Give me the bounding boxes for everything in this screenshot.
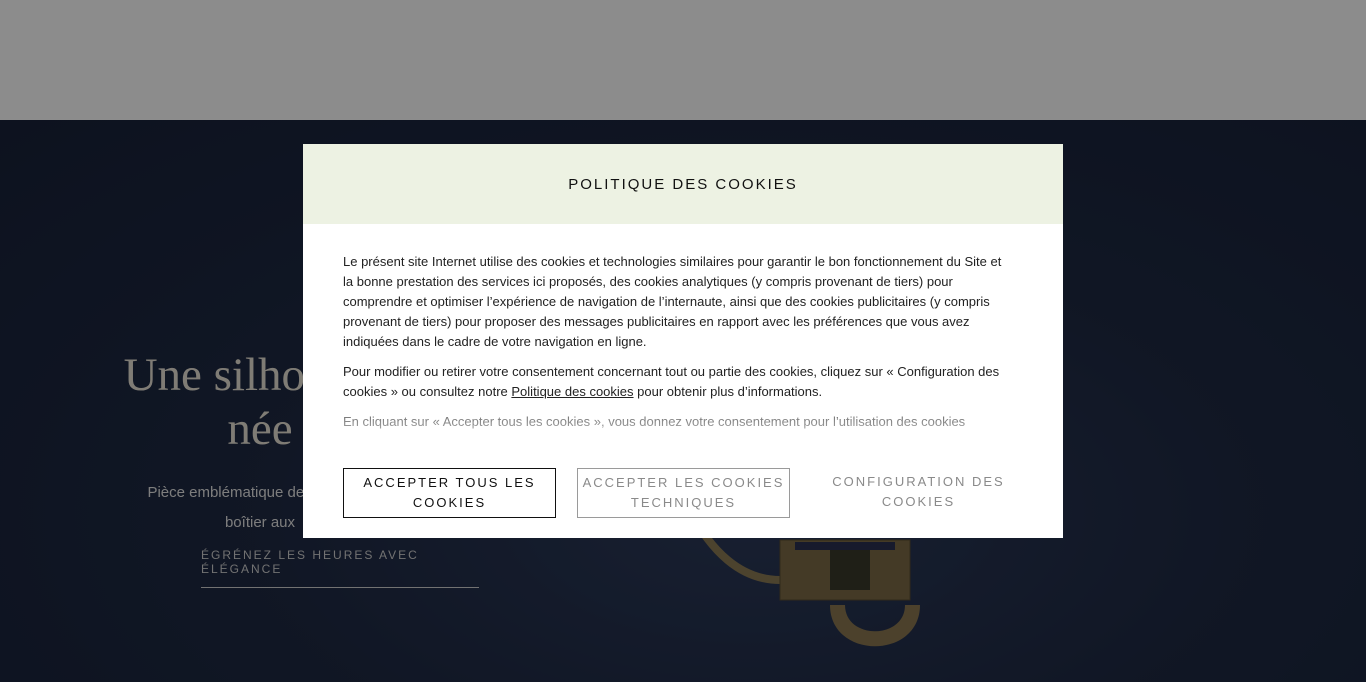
cookie-consent-dialog: POLITIQUE DES COOKIES Le présent site In… — [303, 144, 1063, 538]
scroll-fade — [343, 416, 1023, 456]
cookie-settings-info: Pour modifier ou retirer votre consentem… — [343, 362, 1013, 402]
accept-technical-cookies-button[interactable]: ACCEPTER LES COOKIES TECHNIQUES — [577, 468, 790, 518]
cookie-description: Le présent site Internet utilise des coo… — [343, 254, 1002, 349]
settings-info-text-end: pour obtenir plus d’informations. — [633, 384, 823, 399]
cookie-settings-button[interactable]: CONFIGURATION DES COOKIES — [812, 467, 1025, 517]
dialog-title: POLITIQUE DES COOKIES — [568, 175, 798, 193]
dialog-header: POLITIQUE DES COOKIES — [303, 144, 1063, 224]
accept-all-cookies-button[interactable]: ACCEPTER TOUS LES COOKIES — [343, 468, 556, 518]
cookie-policy-link[interactable]: Politique des cookies — [511, 384, 633, 399]
